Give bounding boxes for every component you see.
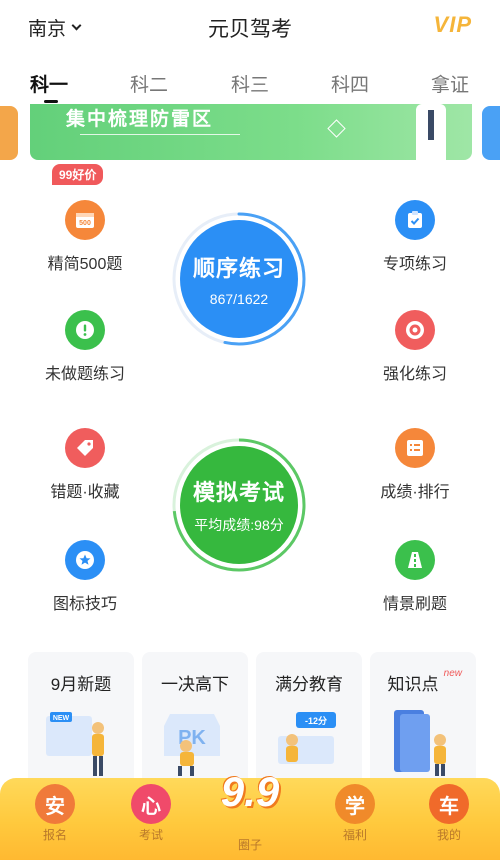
exclamation-icon — [65, 310, 105, 350]
nav-center-promo[interactable]: 9.9 — [216, 768, 284, 830]
clipboard-icon — [395, 200, 435, 240]
500-icon: 500 — [65, 200, 105, 240]
new-tag: new — [443, 668, 462, 679]
feature-label: 图标技巧 — [52, 596, 117, 613]
sequential-practice-title: 顺序练习 — [192, 256, 285, 281]
mock-exam-button[interactable]: 模拟考试 平均成绩:98分 — [180, 446, 298, 564]
card-title: 满分教育 — [275, 675, 343, 694]
feature-special-practice[interactable]: 专项练习 — [360, 200, 470, 274]
diamond-icon — [327, 119, 346, 138]
star-icon — [65, 540, 105, 580]
tab-ke2[interactable]: 科二 — [130, 70, 168, 97]
target-icon — [395, 310, 435, 350]
tab-ke1[interactable]: 科一 — [30, 70, 68, 97]
nav-bubble-an: 安 — [35, 784, 75, 824]
tab-ke3[interactable]: 科三 — [231, 70, 269, 97]
tab-get-license[interactable]: 拿证 — [431, 70, 469, 97]
tab-indicator — [44, 100, 58, 103]
banner-next-peek — [482, 106, 500, 160]
feature-wrong-favorites[interactable]: 错题·收藏 — [30, 428, 140, 502]
card-title: 9月新题 — [50, 675, 112, 694]
app-title: 元贝驾考 — [208, 18, 292, 41]
banner-divider — [80, 134, 240, 135]
banner-text: 集中梳理防雷区 — [66, 109, 214, 130]
feature-label: 精简500题 — [47, 256, 123, 273]
nav-mine[interactable]: 车 我的 — [414, 778, 484, 843]
nav-circle-label[interactable]: 圈子 — [228, 836, 272, 853]
card-art-score-label: -12分 — [305, 715, 327, 726]
tag-icon — [65, 428, 105, 468]
feature-label: 情景刷题 — [382, 596, 447, 613]
card-knowledge-points[interactable]: 知识点 new — [370, 652, 476, 792]
card-art-new-label: NEW — [53, 715, 70, 722]
top-bar: 南京 元贝驾考 VIP — [0, 0, 500, 52]
feature-label: 未做题练习 — [44, 366, 125, 383]
nav-bubble-xue: 学 — [335, 784, 375, 824]
sequential-progress-text: 867/1622 — [209, 291, 269, 307]
feature-jingjian-500[interactable]: 500 精简500题 — [30, 200, 140, 274]
road-icon — [395, 540, 435, 580]
price-badge: 99好价 — [52, 164, 104, 185]
list-icon — [395, 428, 435, 468]
feature-intensive-practice[interactable]: 强化练习 — [360, 310, 470, 384]
feature-label: 错题·收藏 — [50, 484, 120, 501]
feature-undone-practice[interactable]: 未做题练习 — [30, 310, 140, 384]
feature-score-ranking[interactable]: 成绩·排行 — [360, 428, 470, 502]
nav-label: 考试 — [138, 828, 163, 842]
tab-ke4[interactable]: 科四 — [331, 70, 369, 97]
card-illustration: NEW — [46, 712, 104, 776]
nav-bubble-xin: 心 — [131, 784, 171, 824]
subject-tabs: 科一 科二 科三 科四 拿证 — [0, 62, 500, 103]
banner-prev-peek — [0, 106, 18, 160]
nav-label: 我的 — [436, 828, 461, 842]
card-new-questions[interactable]: 9月新题 NEW — [28, 652, 134, 792]
banner-illustration — [410, 104, 450, 160]
average-score-text: 平均成绩:98分 — [194, 517, 284, 533]
nav-exam[interactable]: 心 考试 — [116, 778, 186, 843]
vip-button[interactable]: VIP — [434, 12, 472, 38]
nav-label: 报名 — [42, 828, 67, 842]
nav-label: 福利 — [342, 828, 367, 842]
banner-carousel[interactable]: 集中梳理防雷区 — [0, 104, 500, 162]
nav-welfare[interactable]: 学 福利 — [320, 778, 390, 843]
sequential-practice-button[interactable]: 顺序练习 867/1622 — [180, 220, 298, 338]
card-title: 一决高下 — [161, 675, 229, 694]
card-illustration — [394, 710, 446, 776]
nav-bubble-che: 车 — [429, 784, 469, 824]
feature-scenario-practice[interactable]: 情景刷题 — [360, 540, 470, 614]
svg-text:500: 500 — [79, 220, 91, 227]
banner[interactable]: 集中梳理防雷区 — [30, 104, 472, 160]
nav-signup[interactable]: 安 报名 — [20, 778, 90, 843]
feature-label: 专项练习 — [382, 256, 447, 273]
feature-sign-tips[interactable]: 图标技巧 — [30, 540, 140, 614]
mock-exam-title: 模拟考试 — [192, 480, 285, 505]
feature-label: 成绩·排行 — [380, 484, 450, 501]
feature-label: 强化练习 — [382, 366, 447, 383]
